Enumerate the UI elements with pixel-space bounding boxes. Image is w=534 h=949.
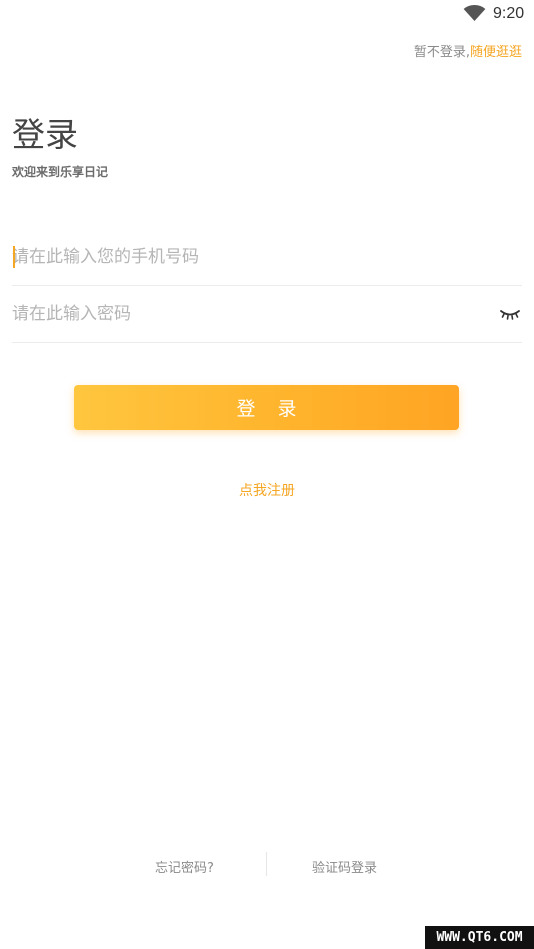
sms-login-link[interactable]: 验证码登录: [312, 857, 377, 876]
wifi-icon: [463, 5, 486, 22]
skip-login: 暂不登录,随便逛逛: [414, 41, 522, 60]
footer-divider: [266, 852, 267, 876]
login-button[interactable]: 登 录: [74, 385, 459, 430]
browse-link[interactable]: 随便逛逛: [470, 45, 522, 60]
phone-field: [12, 229, 522, 286]
password-input[interactable]: [12, 286, 482, 342]
skip-login-prefix: 暂不登录,: [413, 45, 470, 60]
watermark: WWW.QT6.COM: [425, 926, 534, 949]
status-time: 9:20: [493, 5, 525, 22]
text-cursor: [13, 246, 15, 268]
password-field: [12, 286, 522, 343]
register-link[interactable]: 点我注册: [0, 480, 534, 500]
eye-closed-icon[interactable]: [500, 308, 520, 320]
page-title: 登录: [12, 115, 78, 154]
page-subtitle: 欢迎来到乐享日记: [12, 165, 109, 179]
forgot-password-link[interactable]: 忘记密码?: [155, 857, 214, 876]
status-bar: 9:20: [0, 0, 534, 30]
phone-input[interactable]: [12, 229, 482, 285]
